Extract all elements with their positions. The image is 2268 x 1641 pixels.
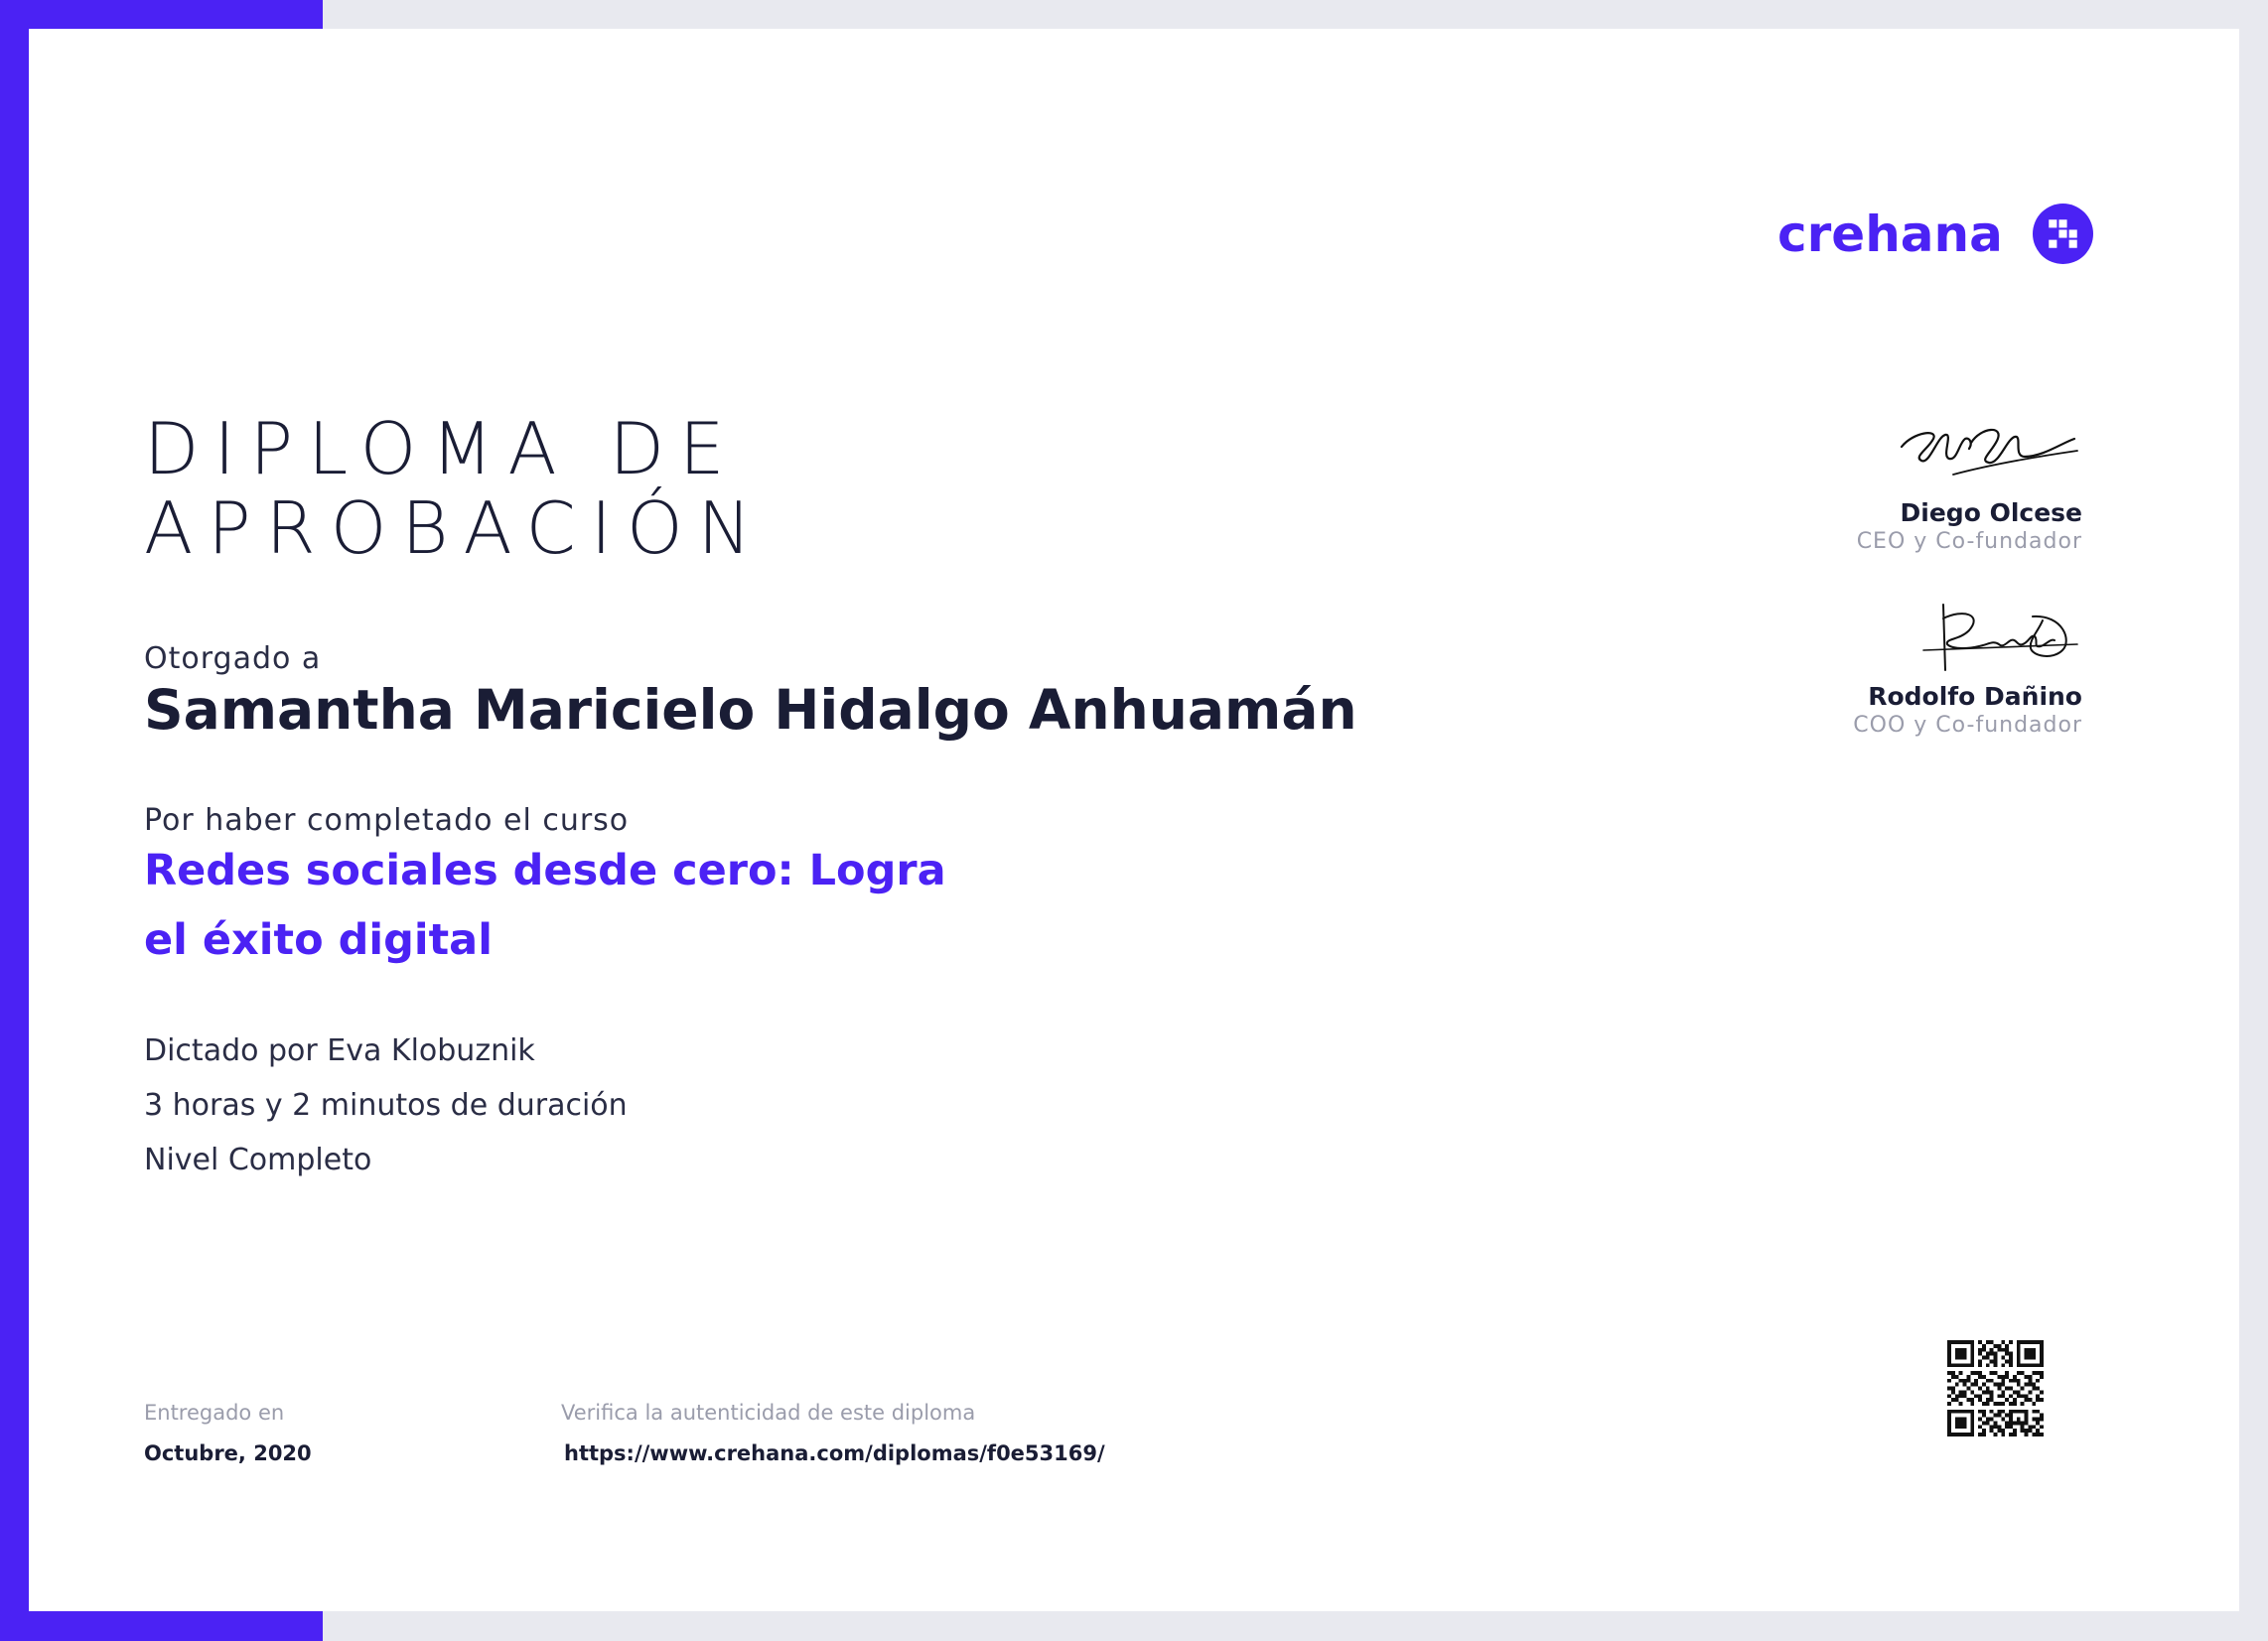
signer-role: CEO y Co-fundador: [1856, 529, 2082, 554]
recipient-name: Samantha Maricielo Hidalgo Anhuamán: [144, 678, 1357, 742]
signer-name: Diego Olcese: [1900, 498, 2082, 527]
diploma-title-line1: DIPLOMA DE: [144, 407, 740, 490]
signature-block-ceo: Diego Olcese CEO y Co-fundador: [1784, 417, 2082, 554]
crehana-logo: crehana: [1777, 204, 2093, 264]
course-duration: 3 horas y 2 minutos de duración: [144, 1088, 628, 1123]
signature-block-coo: Rodolfo Dañino COO y Co-fundador: [1784, 601, 2082, 738]
course-instructor: Dictado por Eva Klobuznik: [144, 1033, 535, 1068]
signature-diego-olcese: [1900, 428, 2078, 476]
course-title: Redes sociales desde cero: Logra el éxit…: [144, 846, 946, 965]
diploma-title: DIPLOMA DE APROBACIÓN: [144, 409, 767, 568]
crehana-logo-icon: [2032, 204, 2093, 264]
delivered-date: Octubre, 2020: [144, 1441, 312, 1465]
awarded-to-label: Otorgado a: [144, 641, 322, 676]
completed-course-label: Por haber completado el curso: [144, 803, 630, 838]
diploma-title-line2: APROBACIÓN: [144, 486, 767, 570]
verify-url-link[interactable]: https://www.crehana.com/diplomas/f0e5316…: [564, 1441, 1105, 1465]
signature-rodolfo-danino: [1922, 604, 2078, 671]
signer-role: COO y Co-fundador: [1853, 713, 2082, 738]
course-level: Nivel Completo: [144, 1143, 372, 1177]
delivered-label: Entregado en: [144, 1401, 285, 1425]
signer-name: Rodolfo Dañino: [1868, 682, 2082, 711]
verify-label: Verifica la autenticidad de este diploma: [561, 1401, 976, 1425]
qr-code-icon[interactable]: [1947, 1340, 2044, 1436]
brand-wordmark: crehana: [1777, 205, 2003, 263]
